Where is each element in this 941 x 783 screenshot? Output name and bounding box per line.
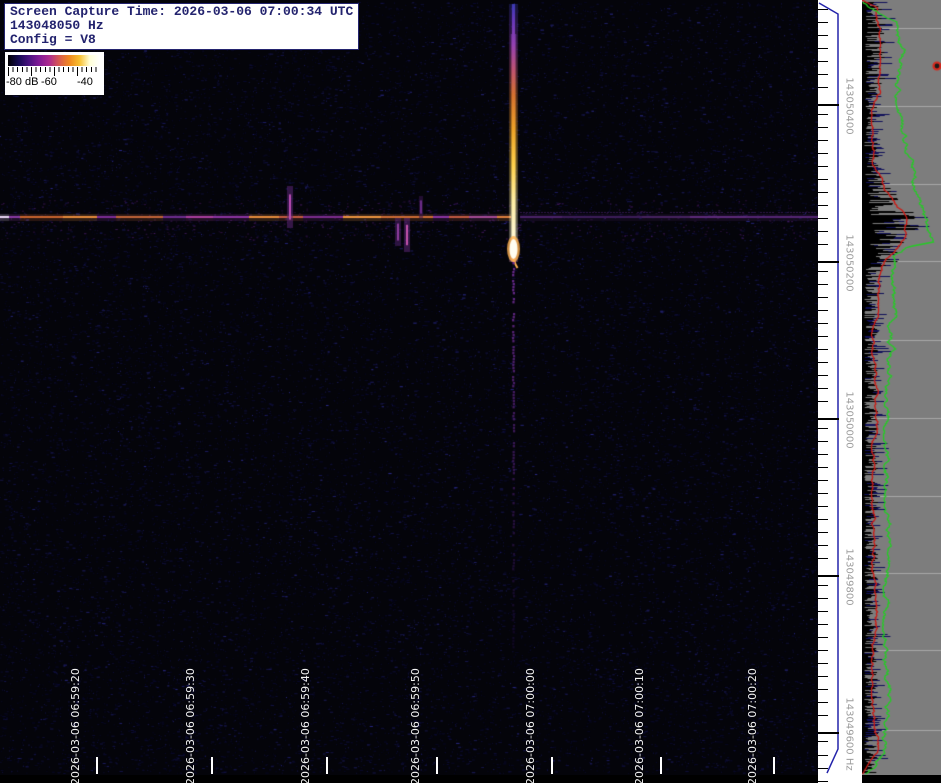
frequency-minor-tick bbox=[818, 768, 828, 769]
frequency-minor-tick bbox=[818, 441, 828, 442]
frequency-axis-strip: 143050400 143050200 143050000 143049800 1430… bbox=[818, 0, 862, 783]
color-scale-label: -60 bbox=[41, 76, 57, 88]
frequency-minor-tick bbox=[818, 9, 828, 10]
time-axis-tick bbox=[773, 757, 775, 774]
frequency-minor-tick bbox=[818, 493, 828, 494]
frequency-major-tick bbox=[818, 575, 839, 577]
screen-capture-root: 143050400 143050200 143050000 143049800 1430… bbox=[0, 0, 941, 783]
frequency-minor-tick bbox=[818, 192, 828, 193]
frequency-minor-tick bbox=[818, 375, 828, 376]
frequency-minor-tick bbox=[818, 611, 828, 612]
time-axis-tick bbox=[96, 757, 98, 774]
frequency-minor-tick bbox=[818, 166, 828, 167]
center-frequency-text: 143048050 Hz bbox=[10, 18, 104, 33]
frequency-minor-tick bbox=[818, 454, 828, 455]
frequency-minor-tick bbox=[818, 519, 828, 520]
frequency-minor-tick bbox=[818, 689, 828, 690]
frequency-major-tick bbox=[818, 732, 839, 734]
time-axis-tick bbox=[326, 757, 328, 774]
frequency-minor-tick bbox=[818, 702, 828, 703]
frequency-minor-tick bbox=[818, 153, 828, 154]
frequency-minor-tick bbox=[818, 87, 828, 88]
frequency-axis-label: 143049600 Hz bbox=[843, 697, 855, 771]
frequency-major-tick bbox=[818, 261, 839, 263]
time-axis-tick bbox=[436, 757, 438, 774]
frequency-minor-tick bbox=[818, 205, 828, 206]
capture-time-text: Screen Capture Time: 2026-03-06 07:00:34… bbox=[10, 4, 354, 19]
time-axis-label: 2026-03-06 06:59:20 bbox=[69, 668, 82, 783]
color-gradient-bar bbox=[8, 55, 100, 66]
frequency-minor-tick bbox=[818, 244, 828, 245]
frequency-minor-tick bbox=[818, 467, 828, 468]
frequency-minor-tick bbox=[818, 650, 828, 651]
frequency-minor-tick bbox=[818, 179, 828, 180]
frequency-minor-tick bbox=[818, 127, 828, 128]
frequency-minor-tick bbox=[818, 74, 828, 75]
frequency-minor-tick bbox=[818, 755, 828, 756]
frequency-minor-tick bbox=[818, 388, 828, 389]
frequency-minor-tick bbox=[818, 676, 828, 677]
frequency-minor-tick bbox=[818, 61, 828, 62]
color-scale-label: -80 dB bbox=[6, 76, 39, 88]
time-axis-label: 2026-03-06 06:59:30 bbox=[184, 668, 197, 783]
time-axis-label: 2026-03-06 07:00:10 bbox=[633, 668, 646, 783]
spectrum-side-panel-canvas bbox=[862, 0, 941, 775]
frequency-minor-tick bbox=[818, 715, 828, 716]
frequency-minor-tick bbox=[818, 741, 828, 742]
frequency-minor-tick bbox=[818, 218, 828, 219]
frequency-minor-tick bbox=[818, 401, 828, 402]
frequency-minor-tick bbox=[818, 48, 828, 49]
frequency-minor-tick bbox=[818, 297, 828, 298]
frequency-minor-tick bbox=[818, 480, 828, 481]
color-scale-major-ticks bbox=[8, 67, 100, 76]
time-axis-tick bbox=[660, 757, 662, 774]
time-axis-label: 2026-03-06 07:00:00 bbox=[524, 668, 537, 783]
frequency-minor-tick bbox=[818, 558, 828, 559]
frequency-minor-tick bbox=[818, 637, 828, 638]
frequency-minor-tick bbox=[818, 663, 828, 664]
frequency-minor-tick bbox=[818, 22, 828, 23]
frequency-minor-tick bbox=[818, 35, 828, 36]
frequency-axis-line bbox=[818, 2, 839, 774]
frequency-axis-label: 143050400 bbox=[843, 77, 855, 135]
frequency-minor-tick bbox=[818, 506, 828, 507]
time-axis-tick bbox=[551, 757, 553, 774]
waterfall-spectrogram-canvas bbox=[0, 0, 818, 775]
frequency-minor-tick bbox=[818, 362, 828, 363]
frequency-minor-tick bbox=[818, 114, 828, 115]
frequency-minor-tick bbox=[818, 781, 828, 782]
time-axis-label: 2026-03-06 07:00:20 bbox=[746, 668, 759, 783]
color-scale-legend: -80 dB -60 -40 bbox=[5, 52, 104, 95]
frequency-axis-label: 143050200 bbox=[843, 234, 855, 292]
frequency-minor-tick bbox=[818, 310, 828, 311]
frequency-minor-tick bbox=[818, 140, 828, 141]
frequency-minor-tick bbox=[818, 336, 828, 337]
frequency-minor-tick bbox=[818, 428, 828, 429]
frequency-minor-tick bbox=[818, 271, 828, 272]
color-scale-label: -40 bbox=[77, 76, 93, 88]
frequency-major-tick bbox=[818, 418, 839, 420]
frequency-axis-label: 143050000 bbox=[843, 391, 855, 449]
frequency-minor-tick bbox=[818, 323, 828, 324]
frequency-minor-tick bbox=[818, 231, 828, 232]
frequency-minor-tick bbox=[818, 532, 828, 533]
frequency-minor-tick bbox=[818, 545, 828, 546]
time-axis-tick bbox=[211, 757, 213, 774]
capture-info-box: Screen Capture Time: 2026-03-06 07:00:34… bbox=[4, 3, 360, 50]
frequency-minor-tick bbox=[818, 585, 828, 586]
config-text: Config = V8 bbox=[10, 32, 96, 47]
frequency-minor-tick bbox=[818, 598, 828, 599]
frequency-major-tick bbox=[818, 104, 839, 106]
frequency-axis-label: 143049800 bbox=[843, 548, 855, 606]
frequency-minor-tick bbox=[818, 349, 828, 350]
frequency-minor-tick bbox=[818, 624, 828, 625]
frequency-minor-tick bbox=[818, 284, 828, 285]
time-axis-label: 2026-03-06 06:59:50 bbox=[409, 668, 422, 783]
time-axis-label: 2026-03-06 06:59:40 bbox=[299, 668, 312, 783]
